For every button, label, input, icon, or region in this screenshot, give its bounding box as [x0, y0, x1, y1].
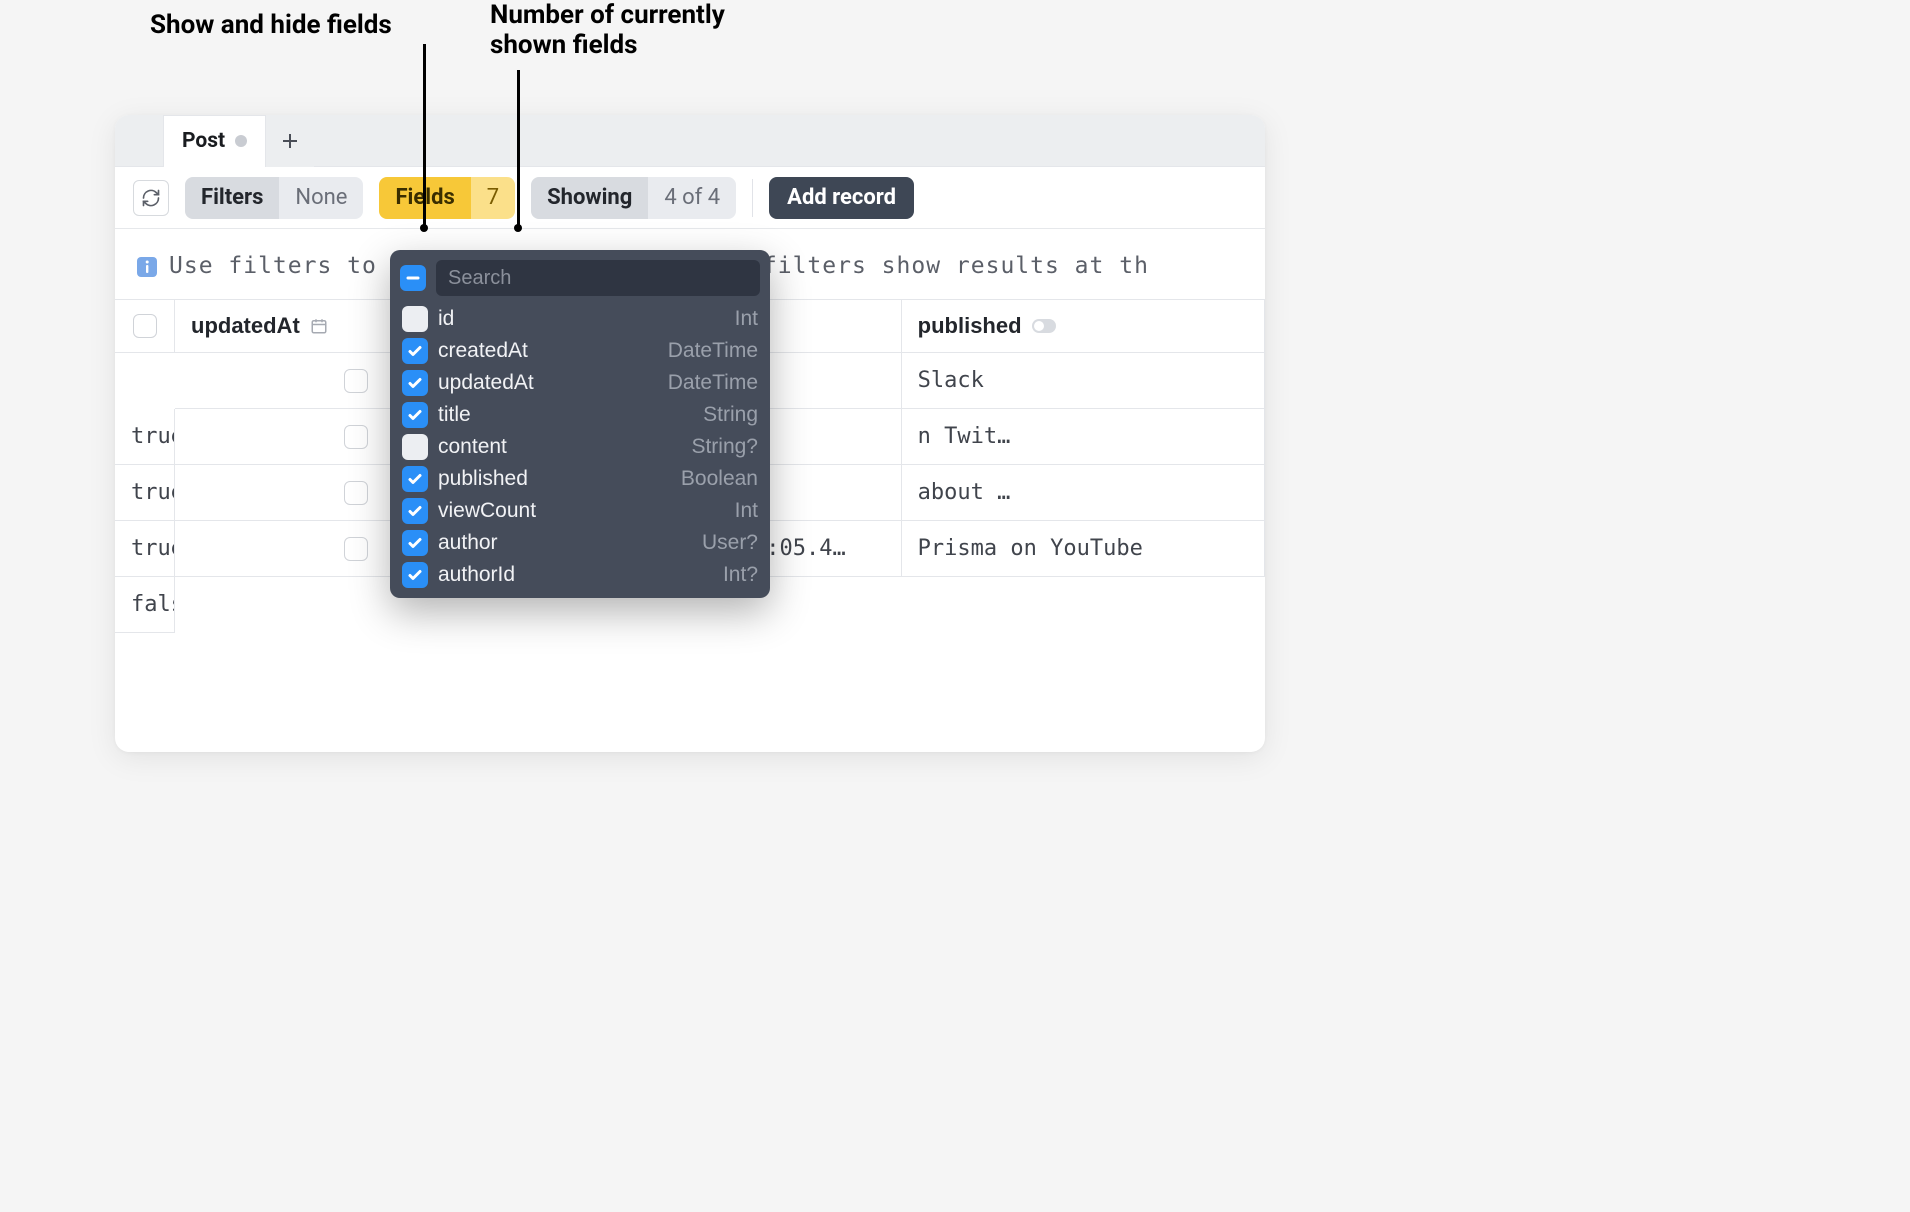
- add-record-button[interactable]: Add record: [769, 177, 914, 219]
- tab-add-button[interactable]: [266, 115, 314, 167]
- check-icon: [407, 567, 423, 583]
- fields-popover-row[interactable]: title String: [400, 400, 760, 430]
- filters-value: None: [279, 177, 363, 219]
- field-checkbox[interactable]: [402, 562, 428, 588]
- fields-popover-row[interactable]: viewCount Int: [400, 496, 760, 526]
- check-icon: [407, 471, 423, 487]
- plus-icon: [281, 132, 299, 150]
- cell-published[interactable]: true: [115, 409, 175, 465]
- field-name: createdAt: [438, 339, 658, 363]
- field-type: DateTime: [668, 339, 758, 363]
- toggle-icon: [1032, 319, 1056, 333]
- showing-value: 4 of 4: [648, 177, 736, 219]
- header-checkbox-cell[interactable]: [115, 299, 175, 353]
- field-name: viewCount: [438, 499, 725, 523]
- cell-published[interactable]: true: [115, 521, 175, 577]
- row-checkbox[interactable]: [344, 537, 368, 561]
- field-type: Int: [735, 307, 758, 331]
- column-header-label: updatedAt: [191, 313, 300, 339]
- tab-status-dot-icon: [235, 135, 247, 147]
- field-checkbox[interactable]: [402, 306, 428, 332]
- fields-popover-row[interactable]: published Boolean: [400, 464, 760, 494]
- fields-label: Fields: [379, 177, 470, 219]
- toolbar: Filters None Fields 7 Showing 4 of 4 Add…: [115, 167, 1265, 229]
- field-type: User?: [702, 531, 758, 555]
- fields-popover-row[interactable]: content String?: [400, 432, 760, 462]
- fields-popover-row[interactable]: author User?: [400, 528, 760, 558]
- showing-pill[interactable]: Showing 4 of 4: [531, 177, 736, 219]
- fields-popover: id Int createdAt DateTime updatedAt DateTime t…: [390, 250, 770, 598]
- fields-popover-row[interactable]: authorId Int?: [400, 560, 760, 590]
- fields-pill[interactable]: Fields 7: [379, 177, 515, 219]
- cell-title[interactable]: about …: [902, 465, 1265, 521]
- row-checkbox[interactable]: [344, 481, 368, 505]
- field-name: authorId: [438, 563, 713, 587]
- field-name: content: [438, 435, 681, 459]
- filters-pill[interactable]: Filters None: [185, 177, 363, 219]
- fields-search-input[interactable]: [436, 260, 760, 296]
- field-checkbox[interactable]: [402, 466, 428, 492]
- column-header-published[interactable]: published: [902, 299, 1265, 353]
- field-type: String: [703, 403, 758, 427]
- field-name: id: [438, 307, 725, 331]
- tab-post[interactable]: Post: [163, 115, 266, 167]
- field-type: Int?: [723, 563, 758, 587]
- toolbar-divider: [752, 179, 753, 217]
- check-icon: [407, 535, 423, 551]
- field-checkbox[interactable]: [402, 530, 428, 556]
- annotation-num-shown: Number of currently shown fields: [490, 0, 725, 60]
- check-icon: [407, 503, 423, 519]
- filters-label: Filters: [185, 177, 279, 219]
- field-type: String?: [691, 435, 758, 459]
- field-checkbox[interactable]: [402, 498, 428, 524]
- cell-published[interactable]: true: [115, 465, 175, 521]
- row-checkbox[interactable]: [344, 425, 368, 449]
- minus-icon: [406, 271, 420, 285]
- field-checkbox[interactable]: [402, 370, 428, 396]
- field-name: title: [438, 403, 693, 427]
- field-type: DateTime: [668, 371, 758, 395]
- cell-title[interactable]: n Twit…: [902, 409, 1265, 465]
- select-all-checkbox[interactable]: [133, 314, 157, 338]
- field-name: published: [438, 467, 671, 491]
- check-icon: [407, 407, 423, 423]
- field-name: author: [438, 531, 692, 555]
- annotation-show-hide: Show and hide fields: [150, 10, 392, 40]
- check-icon: [407, 343, 423, 359]
- fields-popover-row[interactable]: createdAt DateTime: [400, 336, 760, 366]
- fields-popover-row[interactable]: id Int: [400, 304, 760, 334]
- cell-title[interactable]: Slack: [902, 353, 1265, 409]
- column-header-label: published: [918, 313, 1022, 339]
- tabbar: Post: [115, 115, 1265, 167]
- refresh-icon: [141, 188, 161, 208]
- field-checkbox[interactable]: [402, 402, 428, 428]
- fields-popover-row[interactable]: updatedAt DateTime: [400, 368, 760, 398]
- calendar-icon: [310, 317, 328, 335]
- tab-post-label: Post: [182, 129, 225, 153]
- fields-list: id Int createdAt DateTime updatedAt DateTime t…: [400, 304, 760, 590]
- fields-popover-header: [400, 260, 760, 296]
- check-icon: [407, 375, 423, 391]
- app-window: Post Filters None Fields 7 Showing 4 of …: [115, 115, 1265, 752]
- fields-master-checkbox[interactable]: [400, 265, 426, 291]
- cell-title[interactable]: Prisma on YouTube: [902, 521, 1265, 577]
- info-icon: [135, 255, 159, 279]
- cell-published[interactable]: false: [115, 577, 175, 633]
- showing-label: Showing: [531, 177, 648, 219]
- field-checkbox[interactable]: [402, 434, 428, 460]
- field-name: updatedAt: [438, 371, 658, 395]
- fields-value: 7: [471, 177, 515, 219]
- field-type: Boolean: [681, 467, 758, 491]
- field-checkbox[interactable]: [402, 338, 428, 364]
- field-type: Int: [735, 499, 758, 523]
- refresh-button[interactable]: [133, 180, 169, 216]
- row-checkbox[interactable]: [344, 369, 368, 393]
- add-record-label: Add record: [787, 185, 896, 210]
